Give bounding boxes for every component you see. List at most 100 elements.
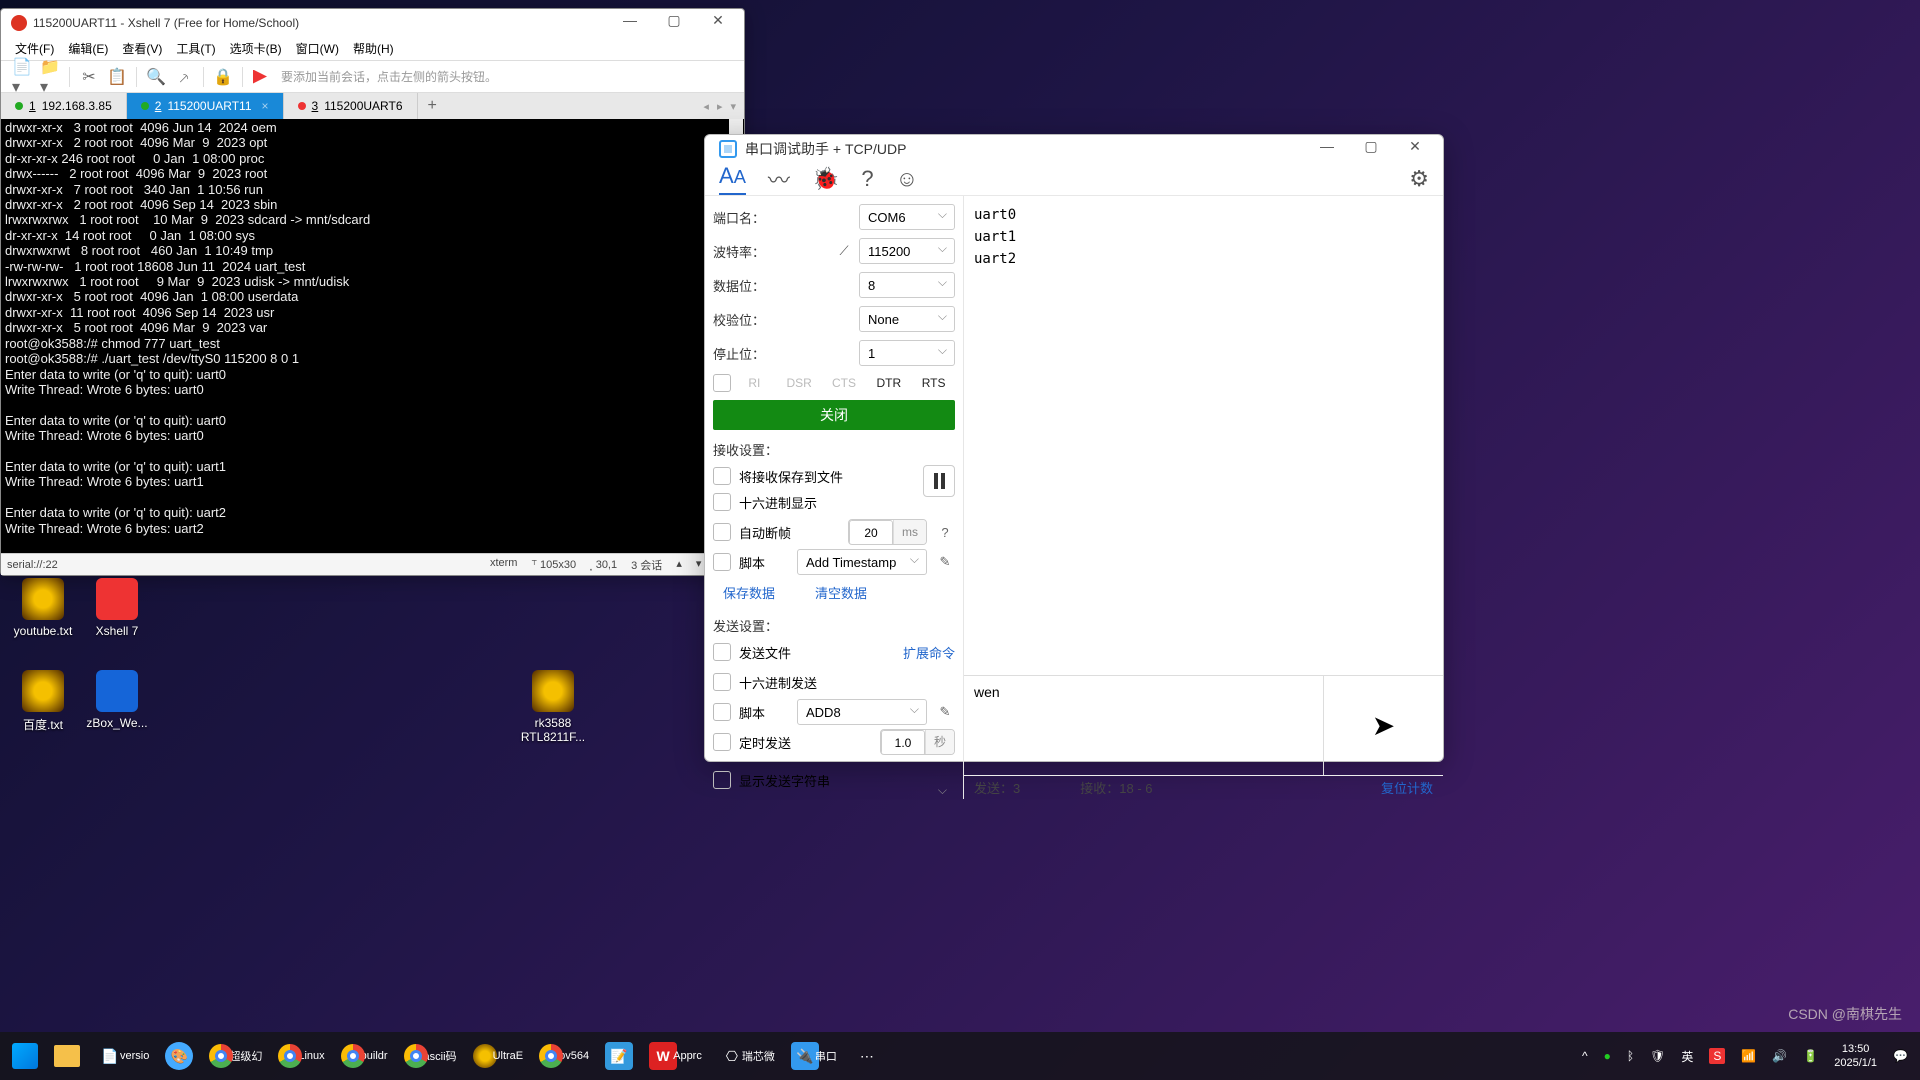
maximize-button[interactable]: ▢ [652,9,696,37]
save-data-link[interactable]: 保存数据 [723,583,775,602]
autobreak-value[interactable]: 20 [849,520,893,545]
tab-2[interactable]: 2 115200UART11× [127,93,284,119]
script-rx-checkbox[interactable] [713,553,731,571]
taskbar-item[interactable]: buildr [341,1044,388,1068]
taskbar-item[interactable]: Linux [278,1044,324,1068]
desktop-icon[interactable]: rk3588 RTL8211F... [518,670,588,744]
signal-rts[interactable]: RTS [912,374,955,392]
port-select[interactable]: COM6 [859,204,955,230]
timed-value[interactable]: 1.0 [881,730,925,755]
tray-chevron-icon[interactable]: ^ [1582,1049,1588,1063]
tab-1[interactable]: 1 192.168.3.85 [1,93,127,119]
maximize-button[interactable]: ▢ [1349,135,1393,163]
parity-select[interactable]: None [859,306,955,332]
script-tx-checkbox[interactable] [713,703,731,721]
ext-cmd-link[interactable]: 扩展命令 [903,643,955,662]
start-button[interactable] [12,1043,38,1069]
close-button[interactable]: ✕ [696,9,740,37]
minimize-button[interactable]: — [1305,135,1349,163]
menu-tools[interactable]: 工具(T) [176,40,215,57]
taskbar-item[interactable]: 📄versio [96,1042,149,1070]
desktop-icon[interactable]: Xshell 7 [82,578,152,638]
serial-titlebar[interactable]: 串口调试助手 + TCP/UDP — ▢ ✕ [705,135,1443,163]
tab-next-icon[interactable]: ▸ [717,100,723,113]
antenna-icon[interactable]: ⟋ [835,243,853,259]
explorer-icon[interactable] [54,1045,80,1067]
search-icon[interactable]: 🔍 [147,68,165,86]
overflow-icon[interactable]: ⋯ [853,1042,881,1070]
signal-checkbox[interactable] [713,374,731,392]
hex-rx-checkbox[interactable] [713,493,731,511]
terminal[interactable]: drwxr-xr-x 3 root root 4096 Jun 14 2024 … [1,119,744,553]
tab-menu-icon[interactable]: ▾ [730,100,736,113]
clock[interactable]: 13:502025/1/1 [1834,1042,1877,1070]
shield-icon[interactable]: 🛡 [1650,1049,1665,1063]
close-button[interactable]: ✕ [1393,135,1437,163]
edit-icon[interactable]: ✎ [935,704,955,720]
new-tab-button[interactable]: + [418,93,447,119]
taskbar-item[interactable]: UltraE [473,1044,524,1068]
reset-count-link[interactable]: 复位计数 [1381,778,1433,797]
help-icon[interactable]: ? [861,166,873,192]
tab-3[interactable]: 3 115200UART6 [284,93,418,119]
status-down-icon[interactable]: ▾ [696,557,702,573]
edit-icon[interactable]: ✎ [935,554,955,570]
close-port-button[interactable]: 关闭 [713,400,955,430]
smile-icon[interactable]: ☺ [896,166,918,192]
timed-checkbox[interactable] [713,733,731,751]
wechat-icon[interactable]: ● [1604,1049,1611,1063]
menu-window[interactable]: 窗口(W) [296,40,339,57]
ime-indicator[interactable]: 英 [1681,1048,1693,1065]
open-folder-icon[interactable]: 📁▾ [41,68,59,86]
status-up-icon[interactable]: ▴ [676,557,682,573]
menu-edit[interactable]: 编辑(E) [68,40,108,57]
clear-data-link[interactable]: 清空数据 [815,583,867,602]
menu-view[interactable]: 查看(V) [122,40,162,57]
autobreak-checkbox[interactable] [713,523,731,541]
xshell-titlebar[interactable]: 115200UART11 - Xshell 7 (Free for Home/S… [1,9,744,37]
paste-icon[interactable]: 📋 [108,68,126,86]
send-button[interactable]: ➤ [1323,676,1443,775]
notification-icon[interactable]: 💬 [1893,1049,1908,1063]
taskbar-item[interactable]: 🎨 [165,1042,193,1070]
taskbar-item[interactable]: ascii码 [404,1044,457,1068]
send-file-checkbox[interactable] [713,643,731,661]
desktop-icon[interactable]: zBox_We... [82,670,152,730]
menu-tabs[interactable]: 选项卡(B) [230,40,282,57]
bluetooth-icon[interactable]: ᛒ [1627,1049,1634,1063]
show-tx-checkbox[interactable] [713,771,731,789]
gear-icon[interactable]: ⚙ [1409,166,1429,192]
font-icon[interactable]: AA [719,163,746,195]
signal-dtr[interactable]: DTR [867,374,910,392]
taskbar-item[interactable]: WApprc [649,1042,702,1070]
wifi-icon[interactable]: 📶 [1741,1049,1756,1063]
taskbar-item[interactable]: ⎔瑞芯微 [718,1042,775,1070]
wave-icon[interactable]: 〰 [768,163,790,195]
menu-file[interactable]: 文件(F) [15,40,54,57]
quick-cmd-icon[interactable]: ⸕ [175,68,193,86]
taskbar-item[interactable]: 📝 [605,1042,633,1070]
bug-icon[interactable]: 🐞 [812,166,839,192]
menu-help[interactable]: 帮助(H) [353,40,394,57]
taskbar-item[interactable]: 🔌串口 [791,1042,837,1070]
baud-select[interactable]: 115200 [859,238,955,264]
pause-button[interactable] [923,465,955,497]
databits-select[interactable]: 8 [859,272,955,298]
rx-textarea[interactable]: uart0 uart1 uart2 [964,196,1443,675]
lock-icon[interactable]: 🔒 [214,68,232,86]
taskbar-item[interactable]: ov564 [539,1044,589,1068]
script-tx-select[interactable]: ADD8 [797,699,927,725]
script-rx-select[interactable]: Add Timestamp [797,549,927,575]
help-icon[interactable]: ? [935,525,955,540]
hex-tx-checkbox[interactable] [713,673,731,691]
save-file-checkbox[interactable] [713,467,731,485]
volume-icon[interactable]: 🔊 [1772,1049,1787,1063]
close-tab-icon[interactable]: × [262,99,269,113]
stopbits-select[interactable]: 1 [859,340,955,366]
sogou-icon[interactable]: S [1709,1048,1725,1064]
cut-icon[interactable]: ✂ [80,68,98,86]
minimize-button[interactable]: — [608,9,652,37]
tx-textarea[interactable]: wen [964,676,1323,775]
desktop-icon[interactable]: 百度.txt [8,670,78,733]
battery-icon[interactable]: 🔋 [1803,1049,1818,1063]
